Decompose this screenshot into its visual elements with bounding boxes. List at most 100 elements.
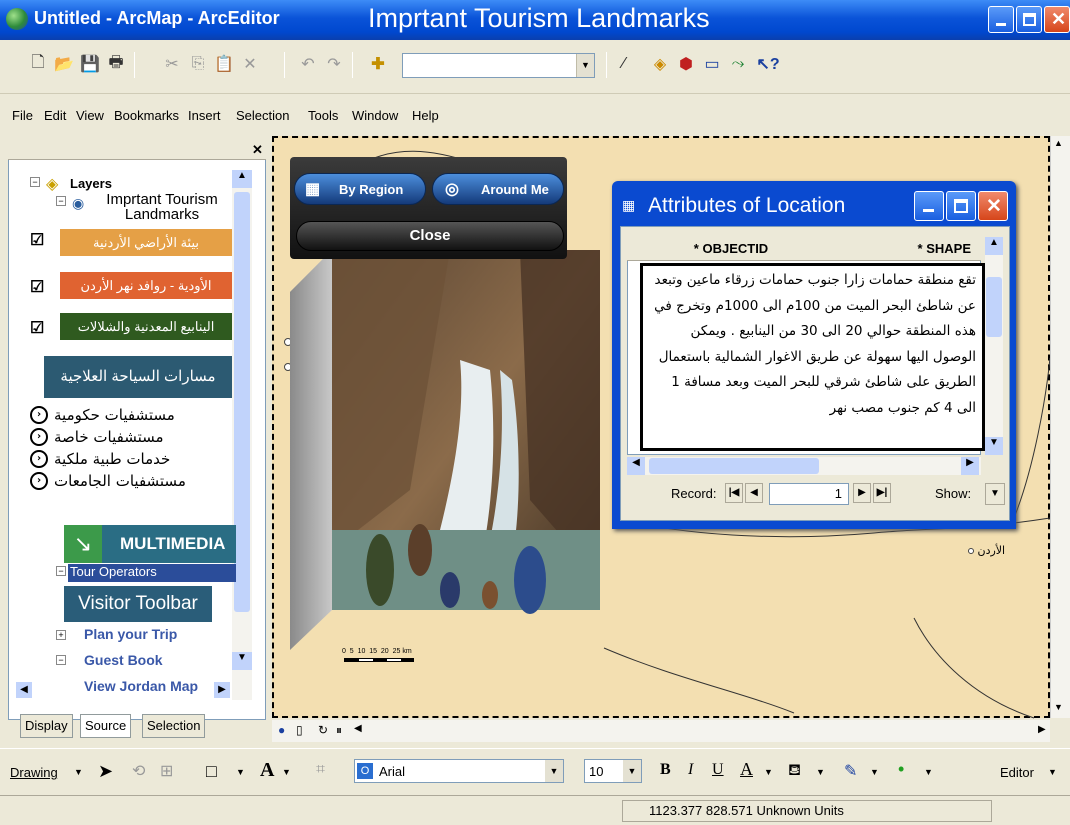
tab-display[interactable]: Display bbox=[20, 714, 73, 738]
toc-vertical-scrollbar[interactable]: ▲ ▼ bbox=[232, 170, 252, 700]
scroll-right-icon[interactable]: ▶ bbox=[961, 457, 979, 475]
paste-icon[interactable]: 📋 bbox=[214, 54, 234, 74]
model-builder-icon[interactable]: ⤳ bbox=[728, 54, 748, 74]
chevron-down-icon[interactable]: ▼ bbox=[576, 54, 594, 77]
command-line-icon[interactable]: ▭ bbox=[702, 54, 722, 74]
tab-source[interactable]: Source bbox=[80, 714, 132, 738]
select-pointer-icon[interactable]: ➤ bbox=[98, 761, 113, 782]
save-icon[interactable]: 💾 bbox=[80, 54, 100, 74]
pause-icon[interactable]: ⏸ bbox=[336, 723, 342, 738]
font-color-icon[interactable]: A bbox=[740, 759, 753, 780]
menu-tools[interactable]: Tools bbox=[308, 108, 338, 123]
font-size-select[interactable]: 10 ▼ bbox=[584, 759, 642, 783]
scroll-up-icon[interactable]: ▲ bbox=[985, 237, 1003, 255]
scroll-right-icon[interactable]: ▶ bbox=[214, 682, 230, 698]
fill-color-icon[interactable]: ⛾ bbox=[788, 761, 801, 781]
map-scale-combo[interactable]: ▼ bbox=[402, 53, 595, 78]
undo-icon[interactable]: ↶ bbox=[298, 54, 318, 74]
menu-view[interactable]: View bbox=[76, 108, 104, 123]
underline-button[interactable]: U bbox=[712, 761, 724, 779]
font-name-select[interactable]: O Arial ▼ bbox=[354, 759, 564, 783]
layer-land-environment[interactable]: بيئة الأراضي الأردنية bbox=[60, 229, 232, 256]
redo-icon[interactable]: ↷ bbox=[324, 54, 344, 74]
visitor-toolbar-button[interactable]: Visitor Toolbar bbox=[64, 586, 212, 622]
line-color-icon[interactable]: ✎ bbox=[844, 761, 857, 781]
scroll-left-icon[interactable]: ◀ bbox=[354, 723, 362, 734]
next-record-button[interactable]: ▶ bbox=[853, 483, 871, 503]
scroll-left-icon[interactable]: ◀ bbox=[627, 457, 645, 475]
chevron-down-icon[interactable]: ▼ bbox=[623, 760, 641, 782]
last-record-button[interactable]: ▶| bbox=[873, 483, 891, 503]
chevron-down-icon[interactable]: ▼ bbox=[1048, 767, 1057, 777]
scroll-down-icon[interactable]: ▼ bbox=[1054, 702, 1063, 712]
show-dropdown[interactable]: ▼ bbox=[985, 483, 1005, 505]
by-region-button[interactable]: ▦ By Region bbox=[294, 173, 426, 205]
scroll-up-icon[interactable]: ▲ bbox=[1054, 138, 1063, 148]
print-icon[interactable]: 🖶 bbox=[106, 54, 126, 74]
toc-scroll-thumb[interactable] bbox=[234, 192, 250, 612]
menu-bookmarks[interactable]: Bookmarks bbox=[114, 108, 179, 123]
scroll-up-icon[interactable]: ▲ bbox=[232, 170, 252, 188]
record-number-input[interactable]: 1 bbox=[769, 483, 849, 505]
minimize-button[interactable] bbox=[988, 6, 1014, 33]
prev-record-button[interactable]: ◀ bbox=[745, 483, 763, 503]
layer-checkbox[interactable]: ☑ bbox=[30, 321, 46, 337]
chevron-down-icon[interactable]: ▼ bbox=[74, 767, 83, 777]
menu-selection[interactable]: Selection bbox=[236, 108, 289, 123]
layer-checkbox[interactable]: ☑ bbox=[30, 280, 46, 296]
copy-icon[interactable]: ⎘ bbox=[188, 54, 208, 74]
rotate-icon[interactable]: ⟲ bbox=[132, 761, 145, 781]
collapse-icon[interactable]: − bbox=[56, 655, 66, 665]
scroll-thumb[interactable] bbox=[986, 277, 1002, 337]
help-pointer-icon[interactable]: ↖? bbox=[756, 54, 779, 74]
collapse-icon[interactable]: − bbox=[56, 196, 66, 206]
around-me-button[interactable]: ◎ Around Me bbox=[432, 173, 564, 205]
data-view-icon[interactable]: ● bbox=[278, 723, 285, 737]
italic-button[interactable]: I bbox=[688, 761, 693, 779]
menu-window[interactable]: Window bbox=[352, 108, 398, 123]
attr-vertical-scrollbar[interactable]: ▲ ▼ bbox=[985, 237, 1003, 455]
toc-group-label[interactable]: Imprtant Tourism Landmarks bbox=[92, 192, 232, 222]
cut-icon[interactable]: ✂ bbox=[162, 54, 182, 74]
chevron-down-icon[interactable]: ▼ bbox=[870, 767, 879, 777]
editor-toolbar-icon[interactable]: ⁄ bbox=[614, 54, 634, 74]
plan-trip-link[interactable]: Plan your Trip bbox=[84, 626, 177, 642]
editor-menu[interactable]: Editor bbox=[1000, 765, 1034, 780]
layer-checkbox[interactable]: ☑ bbox=[30, 233, 46, 249]
tour-operators-item[interactable]: Tour Operators bbox=[68, 564, 236, 582]
map-horizontal-scrollbar[interactable]: ● ▯ ↻ ⏸ ◀ ▶ bbox=[272, 720, 1050, 742]
attr-close-button[interactable]: ✕ bbox=[978, 191, 1008, 221]
scroll-left-icon[interactable]: ◀ bbox=[16, 682, 32, 698]
arctoolbox-icon[interactable]: ⬢ bbox=[676, 54, 696, 74]
refresh-icon[interactable]: ↻ bbox=[318, 723, 328, 737]
open-folder-icon[interactable]: 📂 bbox=[54, 54, 74, 74]
close-button[interactable]: ✕ bbox=[1044, 6, 1070, 33]
attr-minimize-button[interactable] bbox=[914, 191, 944, 221]
delete-icon[interactable]: ✕ bbox=[240, 54, 260, 74]
popup-close-button[interactable]: Close bbox=[296, 221, 564, 251]
bold-button[interactable]: B bbox=[660, 761, 671, 779]
arccatalog-icon[interactable]: ◈ bbox=[650, 54, 670, 74]
scroll-right-icon[interactable]: ▶ bbox=[1038, 724, 1046, 735]
hospital-item[interactable]: › مستشفيات خاصة bbox=[30, 428, 164, 446]
menu-edit[interactable]: Edit bbox=[44, 108, 66, 123]
chevron-down-icon[interactable]: ▼ bbox=[764, 767, 773, 777]
new-document-icon[interactable]: 🗋 bbox=[28, 54, 48, 74]
column-header-shape[interactable]: * SHAPE bbox=[825, 241, 975, 256]
chevron-down-icon[interactable]: ▼ bbox=[545, 760, 563, 782]
hospital-item[interactable]: › مستشفيات حكومية bbox=[30, 406, 175, 424]
hospital-item[interactable]: › خدمات طبية ملكية bbox=[30, 450, 170, 468]
menu-insert[interactable]: Insert bbox=[188, 108, 221, 123]
menu-help[interactable]: Help bbox=[412, 108, 439, 123]
expand-icon[interactable]: + bbox=[56, 630, 66, 640]
chevron-down-icon[interactable]: ▼ bbox=[924, 767, 933, 777]
collapse-icon[interactable]: − bbox=[56, 566, 66, 576]
first-record-button[interactable]: |◀ bbox=[725, 483, 743, 503]
rectangle-icon[interactable]: □ bbox=[206, 761, 217, 782]
scroll-down-icon[interactable]: ▼ bbox=[232, 652, 252, 670]
layer-springs[interactable]: الينابيع المعدنية والشلالات bbox=[60, 313, 232, 340]
hospital-item[interactable]: › مستشفيات الجامعات bbox=[30, 472, 186, 490]
scroll-down-icon[interactable]: ▼ bbox=[985, 437, 1003, 455]
attr-horizontal-scrollbar[interactable]: ◀ ▶ bbox=[627, 457, 981, 475]
tab-selection[interactable]: Selection bbox=[142, 714, 206, 738]
